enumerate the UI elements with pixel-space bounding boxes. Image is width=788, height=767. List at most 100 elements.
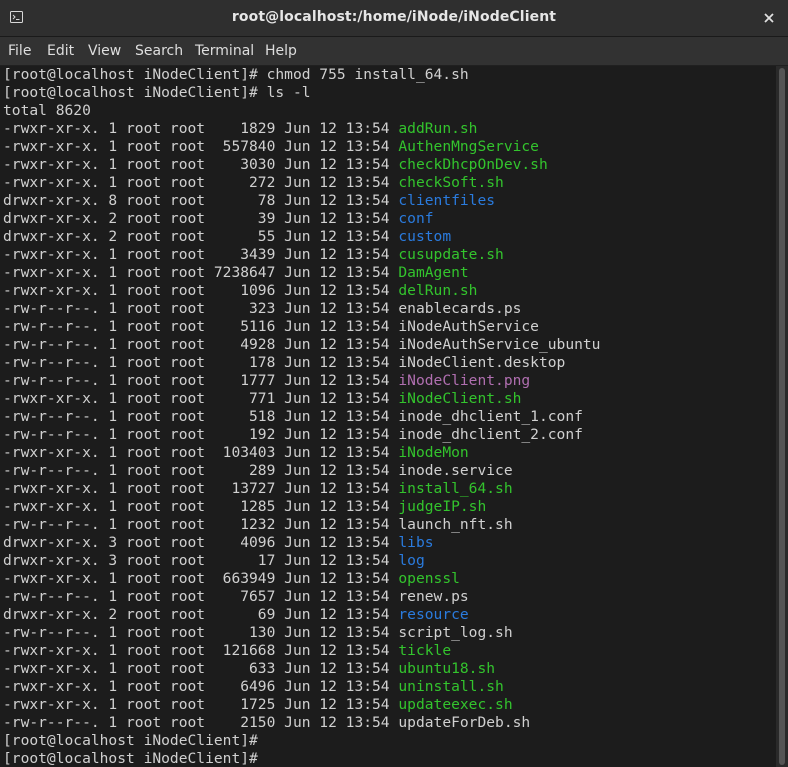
terminal-output[interactable]: [root@localhost iNodeClient]# chmod 755 …	[0, 66, 776, 767]
file-metadata: -rwxr-xr-x. 1 root root 13727 Jun 12 13:…	[3, 480, 399, 497]
menu-terminal[interactable]: Terminal	[195, 43, 254, 59]
title-bar[interactable]: root@localhost:/home/iNode/iNodeClient	[0, 0, 788, 37]
menu-file[interactable]: File	[8, 43, 31, 59]
file-name: checkSoft.sh	[398, 174, 504, 191]
ls-entry-line: -rw-r--r--. 1 root root 289 Jun 12 13:54…	[3, 462, 600, 480]
file-name: updateForDeb.sh	[398, 714, 531, 731]
ls-entry-line: -rwxr-xr-x. 1 root root 633 Jun 12 13:54…	[3, 660, 600, 678]
ls-entry-line: -rw-r--r--. 1 root root 2150 Jun 12 13:5…	[3, 714, 600, 732]
file-metadata: -rw-r--r--. 1 root root 323 Jun 12 13:54	[3, 300, 399, 317]
menu-view[interactable]: View	[88, 43, 121, 59]
file-metadata: -rwxr-xr-x. 1 root root 272 Jun 12 13:54	[3, 174, 399, 191]
file-metadata: -rw-r--r--. 1 root root 1777 Jun 12 13:5…	[3, 372, 399, 389]
terminal-lines: [root@localhost iNodeClient]# chmod 755 …	[3, 66, 600, 767]
ls-entry-line: drwxr-xr-x. 2 root root 55 Jun 12 13:54 …	[3, 228, 600, 246]
file-metadata: -rwxr-xr-x. 1 root root 3439 Jun 12 13:5…	[3, 246, 399, 263]
ls-entry-line: -rw-r--r--. 1 root root 5116 Jun 12 13:5…	[3, 318, 600, 336]
file-name: uninstall.sh	[398, 678, 504, 695]
ls-entry-line: -rwxr-xr-x. 1 root root 103403 Jun 12 13…	[3, 444, 600, 462]
ls-entry-line: drwxr-xr-x. 8 root root 78 Jun 12 13:54 …	[3, 192, 600, 210]
terminal-line: total 8620	[3, 102, 600, 120]
file-metadata: -rwxr-xr-x. 1 root root 103403 Jun 12 13…	[3, 444, 399, 461]
file-metadata: drwxr-xr-x. 3 root root 17 Jun 12 13:54	[3, 552, 399, 569]
menu-edit[interactable]: Edit	[47, 43, 74, 59]
file-name: openssl	[398, 570, 460, 587]
file-metadata: -rwxr-xr-x. 1 root root 6496 Jun 12 13:5…	[3, 678, 399, 695]
ls-entry-line: -rwxr-xr-x. 1 root root 272 Jun 12 13:54…	[3, 174, 600, 192]
ls-entry-line: drwxr-xr-x. 3 root root 17 Jun 12 13:54 …	[3, 552, 600, 570]
ls-entry-line: -rw-r--r--. 1 root root 1232 Jun 12 13:5…	[3, 516, 600, 534]
ls-entry-line: -rwxr-xr-x. 1 root root 121668 Jun 12 13…	[3, 642, 600, 660]
file-metadata: -rw-r--r--. 1 root root 192 Jun 12 13:54	[3, 426, 399, 443]
ls-entry-line: -rw-r--r--. 1 root root 518 Jun 12 13:54…	[3, 408, 600, 426]
terminal-line: [root@localhost iNodeClient]# chmod 755 …	[3, 66, 600, 84]
file-name: inode_dhclient_1.conf	[398, 408, 583, 425]
file-name: ubuntu18.sh	[398, 660, 496, 677]
file-name: enablecards.ps	[398, 300, 522, 317]
file-metadata: -rwxr-xr-x. 1 root root 7238647 Jun 12 1…	[3, 264, 399, 281]
ls-entry-line: -rw-r--r--. 1 root root 4928 Jun 12 13:5…	[3, 336, 600, 354]
file-metadata: -rw-r--r--. 1 root root 4928 Jun 12 13:5…	[3, 336, 399, 353]
file-metadata: -rwxr-xr-x. 1 root root 121668 Jun 12 13…	[3, 642, 399, 659]
ls-entry-line: -rwxr-xr-x. 1 root root 1285 Jun 12 13:5…	[3, 498, 600, 516]
ls-entry-line: -rwxr-xr-x. 1 root root 1829 Jun 12 13:5…	[3, 120, 600, 138]
line-text: [root@localhost iNodeClient]#	[3, 750, 258, 767]
file-name: iNodeClient.png	[398, 372, 531, 389]
ls-entry-line: -rw-r--r--. 1 root root 178 Jun 12 13:54…	[3, 354, 600, 372]
file-name: tickle	[398, 642, 452, 659]
file-name: iNodeClient.desktop	[398, 354, 566, 371]
file-name: renew.ps	[398, 588, 469, 605]
file-metadata: drwxr-xr-x. 3 root root 4096 Jun 12 13:5…	[3, 534, 399, 551]
terminal-line: [root@localhost iNodeClient]# ls -l	[3, 84, 600, 102]
ls-entry-line: -rw-r--r--. 1 root root 323 Jun 12 13:54…	[3, 300, 600, 318]
file-name: checkDhcpOnDev.sh	[398, 156, 548, 173]
file-metadata: -rw-r--r--. 1 root root 1232 Jun 12 13:5…	[3, 516, 399, 533]
file-name: DamAgent	[398, 264, 469, 281]
file-name: iNodeMon	[398, 444, 469, 461]
file-name: launch_nft.sh	[398, 516, 513, 533]
ls-entry-line: -rw-r--r--. 1 root root 192 Jun 12 13:54…	[3, 426, 600, 444]
scrollbar-thumb[interactable]	[779, 68, 785, 765]
file-metadata: -rwxr-xr-x. 1 root root 663949 Jun 12 13…	[3, 570, 399, 587]
menu-bar: File Edit View Search Terminal Help	[0, 37, 788, 66]
file-name: iNodeClient.sh	[398, 390, 522, 407]
file-name: updateexec.sh	[398, 696, 513, 713]
close-icon[interactable]	[762, 11, 776, 25]
ls-entry-line: drwxr-xr-x. 2 root root 39 Jun 12 13:54 …	[3, 210, 600, 228]
ls-entry-line: -rwxr-xr-x. 1 root root 1725 Jun 12 13:5…	[3, 696, 600, 714]
menu-search[interactable]: Search	[135, 43, 183, 59]
file-name: AuthenMngService	[398, 138, 539, 155]
ls-entry-line: drwxr-xr-x. 2 root root 69 Jun 12 13:54 …	[3, 606, 600, 624]
ls-entry-line: -rwxr-xr-x. 1 root root 3030 Jun 12 13:5…	[3, 156, 600, 174]
file-metadata: -rwxr-xr-x. 1 root root 1829 Jun 12 13:5…	[3, 120, 399, 137]
terminal-line: [root@localhost iNodeClient]#	[3, 732, 600, 750]
directory-name: log	[398, 552, 425, 569]
file-metadata: -rw-r--r--. 1 root root 518 Jun 12 13:54	[3, 408, 399, 425]
file-metadata: drwxr-xr-x. 8 root root 78 Jun 12 13:54	[3, 192, 399, 209]
file-metadata: -rwxr-xr-x. 1 root root 1096 Jun 12 13:5…	[3, 282, 399, 299]
file-metadata: -rw-r--r--. 1 root root 289 Jun 12 13:54	[3, 462, 399, 479]
menu-help[interactable]: Help	[265, 43, 297, 59]
file-name: iNodeAuthService_ubuntu	[398, 336, 601, 353]
ls-entry-line: -rw-r--r--. 1 root root 130 Jun 12 13:54…	[3, 624, 600, 642]
file-name: inode_dhclient_2.conf	[398, 426, 583, 443]
ls-entry-line: drwxr-xr-x. 3 root root 4096 Jun 12 13:5…	[3, 534, 600, 552]
ls-entry-line: -rwxr-xr-x. 1 root root 557840 Jun 12 13…	[3, 138, 600, 156]
file-metadata: -rw-r--r--. 1 root root 7657 Jun 12 13:5…	[3, 588, 399, 605]
ls-entry-line: -rwxr-xr-x. 1 root root 663949 Jun 12 13…	[3, 570, 600, 588]
ls-entry-line: -rwxr-xr-x. 1 root root 3439 Jun 12 13:5…	[3, 246, 600, 264]
file-metadata: -rw-r--r--. 1 root root 178 Jun 12 13:54	[3, 354, 399, 371]
ls-entry-line: -rwxr-xr-x. 1 root root 1096 Jun 12 13:5…	[3, 282, 600, 300]
directory-name: libs	[398, 534, 434, 551]
directory-name: clientfiles	[398, 192, 496, 209]
ls-entry-line: -rwxr-xr-x. 1 root root 13727 Jun 12 13:…	[3, 480, 600, 498]
file-name: install_64.sh	[398, 480, 513, 497]
window-title: root@localhost:/home/iNode/iNodeClient	[231, 9, 557, 25]
file-metadata: drwxr-xr-x. 2 root root 55 Jun 12 13:54	[3, 228, 399, 245]
line-text: [root@localhost iNodeClient]# ls -l	[3, 84, 311, 101]
directory-name: custom	[398, 228, 452, 245]
file-name: judgeIP.sh	[398, 498, 487, 515]
scrollbar[interactable]	[776, 66, 788, 767]
line-text: [root@localhost iNodeClient]#	[3, 732, 258, 749]
file-metadata: -rwxr-xr-x. 1 root root 633 Jun 12 13:54	[3, 660, 399, 677]
